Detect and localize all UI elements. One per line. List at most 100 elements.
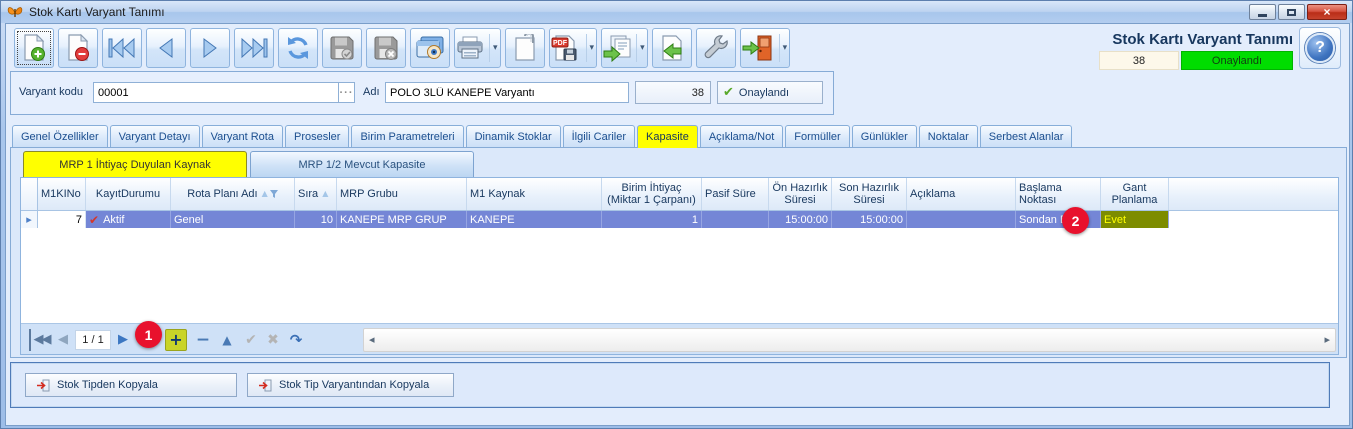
- first-record-icon: [107, 37, 137, 59]
- grid-page-indicator: 1 / 1: [75, 330, 111, 350]
- first-record-button[interactable]: [102, 28, 142, 68]
- tab-gunlukler[interactable]: Günlükler: [852, 125, 917, 147]
- client-area: ▾ PDF ▾: [5, 23, 1350, 426]
- column-header-on-hazirlik[interactable]: Ön Hazırlık Süresi: [769, 178, 832, 210]
- pdf-dropdown-caret-icon: ▾: [590, 43, 595, 53]
- column-header-aciklama[interactable]: Açıklama: [907, 178, 1016, 210]
- column-header-rota-plani-adi[interactable]: Rota Planı Adı ▲: [171, 178, 295, 210]
- next-record-button[interactable]: [190, 28, 230, 68]
- print-button[interactable]: ▾: [454, 28, 501, 68]
- exit-button[interactable]: ▾: [740, 28, 791, 68]
- attachments-button[interactable]: [505, 28, 545, 68]
- grid-add-row-button[interactable]: +: [165, 329, 187, 351]
- cell-mrp-grubu: KANEPE MRP GRUP: [337, 211, 467, 228]
- revert-button[interactable]: [652, 28, 692, 68]
- grid-first-button[interactable]: ◀◀: [29, 329, 51, 351]
- cell-sira: 10: [295, 211, 337, 228]
- tab-kapasite[interactable]: Kapasite: [637, 125, 698, 148]
- column-header-sira[interactable]: Sıra ▲: [295, 178, 337, 210]
- tab-varyant-rota[interactable]: Varyant Rota: [202, 125, 283, 147]
- new-record-icon: [21, 34, 47, 62]
- cell-on-hazirlik: 15:00:00: [769, 211, 832, 228]
- tab-noktalar[interactable]: Noktalar: [919, 125, 978, 147]
- tab-serbest-alanlar[interactable]: Serbest Alanlar: [980, 125, 1073, 147]
- tab-ilgili-cariler[interactable]: İlgili Cariler: [563, 125, 635, 147]
- grid-refresh-button[interactable]: ↷: [285, 329, 307, 351]
- column-header-baslama-noktasi[interactable]: Başlama Noktası: [1016, 178, 1101, 210]
- tab-birim-parametreleri[interactable]: Birim Parametreleri: [351, 125, 463, 147]
- attachment-icon: [513, 34, 537, 62]
- grid-indicator-header: [21, 178, 38, 210]
- cell-pasif-sure: [702, 211, 769, 228]
- cell-son-hazirlik: 15:00:00: [832, 211, 907, 228]
- subtab-mrp12-mevcut[interactable]: MRP 1/2 Mevcut Kapasite: [250, 151, 474, 177]
- kapasite-tab-panel: MRP 1 İhtiyaç Duyulan Kaynak MRP 1/2 Mev…: [10, 147, 1347, 358]
- lookup-ellipsis-button[interactable]: ···: [339, 82, 355, 103]
- sort-asc-icon: ▲: [322, 188, 328, 200]
- grid-header-row: M1KINo KayıtDurumu Rota Planı Adı ▲ Sıra…: [21, 178, 1338, 211]
- tab-aciklama-not[interactable]: Açıklama/Not: [700, 125, 783, 147]
- print-dropdown-caret-icon: ▾: [493, 43, 498, 53]
- column-header-m1-kaynak[interactable]: M1 Kaynak: [467, 178, 602, 210]
- tab-formuller[interactable]: Formüller: [785, 125, 849, 147]
- variant-name-input[interactable]: [385, 82, 629, 103]
- pdf-split-divider: [586, 34, 587, 62]
- grid-edit-row-button[interactable]: ▲: [217, 329, 237, 351]
- close-button[interactable]: ×: [1307, 4, 1347, 20]
- column-header-pasif-sure[interactable]: Pasif Süre: [702, 178, 769, 210]
- column-header-birim-ihtiyac[interactable]: Birim İhtiyaç (Miktar 1 Çarpanı): [602, 178, 702, 210]
- exit-dropdown-caret-icon: ▾: [783, 43, 788, 53]
- previous-record-button[interactable]: [146, 28, 186, 68]
- record-number-badge: 38: [1099, 51, 1179, 70]
- toolbar: ▾ PDF ▾: [14, 26, 790, 70]
- capacity-grid: M1KINo KayıtDurumu Rota Planı Adı ▲ Sıra…: [20, 177, 1339, 355]
- print-split-divider: [489, 34, 490, 62]
- grid-prev-button[interactable]: ◀: [55, 329, 71, 351]
- column-header-gant-planlama[interactable]: Gant Planlama: [1101, 178, 1169, 210]
- export-pdf-icon: PDF: [550, 34, 582, 62]
- refresh-button[interactable]: [278, 28, 318, 68]
- tab-dinamik-stoklar[interactable]: Dinamik Stoklar: [466, 125, 561, 147]
- grid-delete-row-button[interactable]: −: [193, 329, 213, 351]
- grid-post-button[interactable]: ✔: [241, 329, 261, 351]
- scroll-right-icon[interactable]: ▸: [1324, 333, 1330, 346]
- cell-m1kino: 7: [38, 211, 86, 228]
- variant-code-input[interactable]: [93, 82, 339, 103]
- help-icon: ?: [1305, 33, 1335, 63]
- app-window: Stok Kartı Varyant Tanımı ×: [0, 0, 1353, 429]
- cell-kayitdurumu: ✔ Aktif: [86, 211, 171, 228]
- help-button[interactable]: ?: [1299, 27, 1341, 69]
- horizontal-scrollbar[interactable]: ◂ ▸: [363, 328, 1336, 352]
- copy-dropdown-caret-icon: ▾: [640, 43, 645, 53]
- settings-button[interactable]: [696, 28, 736, 68]
- grid-row-selected[interactable]: ▸ 7 ✔ Aktif Genel 10 KANEPE MRP GRUP KAN…: [21, 211, 1338, 228]
- column-header-kayitdurumu[interactable]: KayıtDurumu: [86, 178, 171, 210]
- subtab-mrp1-ihtiyac[interactable]: MRP 1 İhtiyaç Duyulan Kaynak: [23, 151, 247, 177]
- save-button[interactable]: [322, 28, 362, 68]
- sort-asc-icon: ▲: [262, 188, 268, 200]
- main-tabstrip: Genel Özellikler Varyant Detayı Varyant …: [12, 125, 1072, 148]
- tab-varyant-detayi[interactable]: Varyant Detayı: [110, 125, 200, 147]
- delete-record-button[interactable]: [58, 28, 98, 68]
- grid-next-button[interactable]: ▶: [115, 329, 131, 351]
- form-status-label: Onaylandı: [739, 87, 789, 99]
- minimize-button[interactable]: [1249, 4, 1276, 20]
- copy-from-stock-type-button[interactable]: Stok Tipden Kopyala: [25, 373, 237, 397]
- export-pdf-button[interactable]: PDF ▾: [549, 28, 598, 68]
- column-header-son-hazirlik[interactable]: Son Hazırlık Süresi: [832, 178, 907, 210]
- copy-actions-panel: Stok Tipden Kopyala Stok Tip Varyantında…: [10, 362, 1330, 408]
- scroll-left-icon[interactable]: ◂: [369, 333, 375, 346]
- copy-record-button[interactable]: ▾: [601, 28, 648, 68]
- grid-cancel-button[interactable]: ✖: [263, 329, 283, 351]
- minimize-icon: [1258, 14, 1267, 17]
- last-record-button[interactable]: [234, 28, 274, 68]
- preview-button[interactable]: [410, 28, 450, 68]
- cancel-save-button[interactable]: [366, 28, 406, 68]
- new-record-button[interactable]: [14, 28, 54, 68]
- tab-genel-ozellikler[interactable]: Genel Özellikler: [12, 125, 108, 147]
- maximize-button[interactable]: [1278, 4, 1305, 20]
- tab-prosesler[interactable]: Prosesler: [285, 125, 349, 147]
- column-header-m1kino[interactable]: M1KINo: [38, 178, 86, 210]
- column-header-mrp-grubu[interactable]: MRP Grubu: [337, 178, 467, 210]
- copy-from-stock-type-variant-button[interactable]: Stok Tip Varyantından Kopyala: [247, 373, 454, 397]
